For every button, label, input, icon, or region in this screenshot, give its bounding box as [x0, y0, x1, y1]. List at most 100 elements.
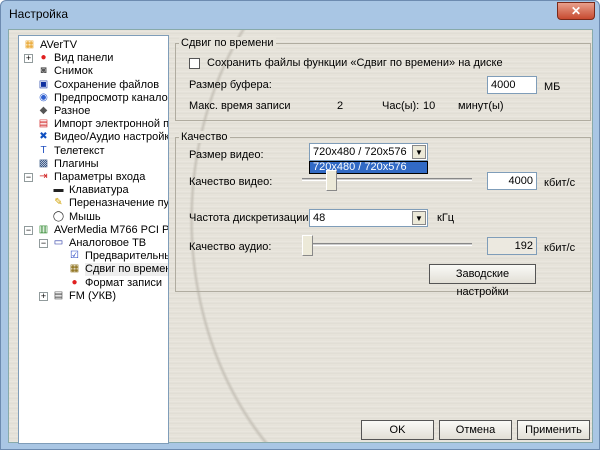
tree-item[interactable]: ◙ Снимок — [19, 65, 168, 78]
tree-item-label: Переназначение пульт — [69, 197, 169, 210]
expand-icon[interactable]: + — [39, 291, 48, 301]
close-button[interactable]: ✕ — [557, 2, 595, 20]
video-size-label: Размер видео: — [189, 149, 264, 161]
save-timeshift-label[interactable]: Сохранить файлы функции «Сдвиг по времен… — [207, 57, 503, 69]
tree-item-label: Видео/Аудио настройки — [54, 131, 169, 144]
tv-card-icon: ▥ — [38, 223, 49, 235]
radio-icon: ▤ — [53, 289, 64, 301]
dialog-client: ▦ AVerTV + ● Вид панели ◙ Снимок ▣ Сохранение фа… — [8, 29, 593, 444]
input-params-icon: ⇥ — [39, 171, 48, 182]
avertv-icon: ▦ — [24, 39, 35, 50]
buffer-label: Размер буфера: — [189, 79, 272, 91]
remote-icon: ✎ — [54, 197, 63, 209]
tree-item[interactable]: ◉ Предпросмотр каналов — [19, 92, 168, 105]
save-timeshift-checkbox[interactable] — [189, 58, 200, 69]
audio-quality-input: 192 — [487, 237, 537, 255]
tree-item-label: AVerTV — [40, 39, 78, 51]
factory-defaults-button[interactable]: Заводские настройки — [429, 264, 536, 298]
tree-item[interactable]: ▩ Плагины — [19, 158, 168, 171]
tree-item-label: Предварительный — [85, 250, 168, 263]
preview-icon: ☑ — [70, 250, 79, 262]
tree-item-label: Разное — [54, 105, 91, 117]
tree-item-label: Импорт электронной прог — [54, 118, 169, 131]
apply-button[interactable]: Применить — [517, 420, 590, 440]
collapse-icon[interactable]: − — [39, 239, 48, 248]
max-record-label: Макс. время записи — [189, 100, 291, 112]
audio-quality-unit: кбит/с — [544, 242, 576, 254]
tree-item-label: AVerMedia M766 PCI Pure A — [54, 223, 169, 236]
panel-view-icon: ● — [40, 52, 47, 64]
tree-item[interactable]: ▬ Клавиатура — [19, 184, 168, 197]
tree-item[interactable]: + ▤ FM (УКВ) — [19, 290, 168, 303]
chevron-down-icon[interactable]: ▼ — [412, 211, 426, 225]
tree-item-label: Сдвиг по времени — [85, 263, 168, 277]
sample-rate-select[interactable]: 48 ▼ — [309, 209, 428, 227]
tree-item[interactable]: T Телетекст — [19, 145, 168, 158]
video-size-value: 720x480 / 720x576 — [313, 146, 407, 158]
tree-item[interactable]: ▦ AVerTV — [19, 39, 168, 52]
minutes-label: минут(ы) — [458, 100, 504, 112]
tree-item-label: Телетекст — [54, 144, 105, 157]
tree-item-label: Вид панели — [54, 52, 114, 65]
keyboard-icon: ▬ — [53, 184, 64, 196]
sample-rate-label: Частота дискретизации: — [189, 212, 312, 224]
video-quality-unit: кбит/с — [544, 177, 576, 189]
tree-item-label: Сохранение файлов — [54, 78, 160, 91]
tree-item[interactable]: + ● Вид панели — [19, 52, 168, 65]
video-quality-label: Качество видео: — [189, 176, 273, 188]
video-quality-slider-thumb[interactable] — [325, 170, 337, 191]
collapse-icon[interactable]: − — [24, 173, 33, 182]
tree-item[interactable]: −▥ AVerMedia M766 PCI Pure A — [19, 224, 168, 237]
tools-icon: ✖ — [39, 131, 48, 143]
tree-item[interactable]: ▦ Сдвиг по времени — [19, 263, 168, 277]
record-format-icon: ● — [71, 276, 78, 288]
analog-tv-icon: ▭ — [53, 237, 64, 248]
audio-quality-label: Качество аудио: — [189, 241, 272, 253]
chevron-down-icon[interactable]: ▼ — [412, 145, 426, 159]
audio-quality-slider-thumb[interactable] — [302, 235, 313, 256]
ok-button[interactable]: OK — [361, 420, 434, 440]
quality-legend: Качество — [179, 131, 230, 143]
collapse-icon[interactable]: − — [24, 225, 33, 235]
eye-icon: ◉ — [39, 91, 48, 103]
expand-icon[interactable]: + — [24, 54, 33, 64]
settings-tree[interactable]: ▦ AVerTV + ● Вид панели ◙ Снимок ▣ Сохранение фа… — [18, 35, 169, 444]
tree-item[interactable]: ◆ Разное — [19, 105, 168, 118]
teletext-icon: T — [40, 144, 47, 156]
tree-item[interactable]: ● Формат записи — [19, 277, 168, 290]
audio-quality-track[interactable] — [302, 243, 472, 246]
cancel-button[interactable]: Отмена — [439, 420, 512, 440]
sample-rate-value: 48 — [313, 212, 326, 224]
tree-item-label: Параметры входа — [54, 171, 146, 183]
buffer-size-input[interactable]: 4000 — [487, 76, 537, 94]
settings-window: Настройка ✕ ▦ AVerTV + ● Вид панели ◙ Снимок ▣ С… — [0, 0, 600, 450]
video-quality-input[interactable]: 4000 — [487, 172, 537, 190]
sample-rate-unit: кГц — [437, 212, 455, 224]
tree-item-label: FM (УКВ) — [69, 289, 116, 302]
tree-item[interactable]: ✖ Видео/Аудио настройки — [19, 131, 168, 144]
hours-label: Час(ы): — [382, 100, 420, 112]
tree-item[interactable]: − ▭ Аналоговое ТВ — [19, 237, 168, 250]
max-hours-value: 2 — [337, 100, 344, 112]
max-minutes-value: 10 — [423, 100, 436, 112]
window-title: Настройка — [9, 7, 69, 21]
tree-item[interactable]: ▤ Импорт электронной прог — [19, 118, 168, 131]
tree-item[interactable]: − ⇥ Параметры входа — [19, 171, 168, 184]
tree-item-label: Предпросмотр каналов — [54, 91, 169, 104]
buffer-unit: МБ — [544, 81, 561, 93]
floppy-icon: ▣ — [38, 78, 49, 90]
timeshift-icon: ▦ — [69, 263, 80, 275]
camera-icon: ◙ — [40, 65, 47, 77]
tree-item[interactable]: ◯ Мышь — [19, 211, 168, 224]
tree-item[interactable]: ✎ Переназначение пульт — [19, 197, 168, 210]
import-epg-icon: ▤ — [38, 118, 49, 130]
tree-item-label: Плагины — [54, 157, 99, 170]
plugins-icon: ▩ — [38, 157, 49, 169]
video-size-select[interactable]: 720x480 / 720x576 ▼ — [309, 143, 428, 161]
tree-item[interactable]: ▣ Сохранение файлов — [19, 79, 168, 92]
tree-item-label: Мышь — [69, 210, 101, 223]
tree-item[interactable]: ☑ Предварительный — [19, 250, 168, 263]
mouse-icon: ◯ — [52, 210, 65, 222]
misc-icon: ◆ — [39, 105, 48, 116]
tree-item-label: Снимок — [54, 65, 93, 78]
